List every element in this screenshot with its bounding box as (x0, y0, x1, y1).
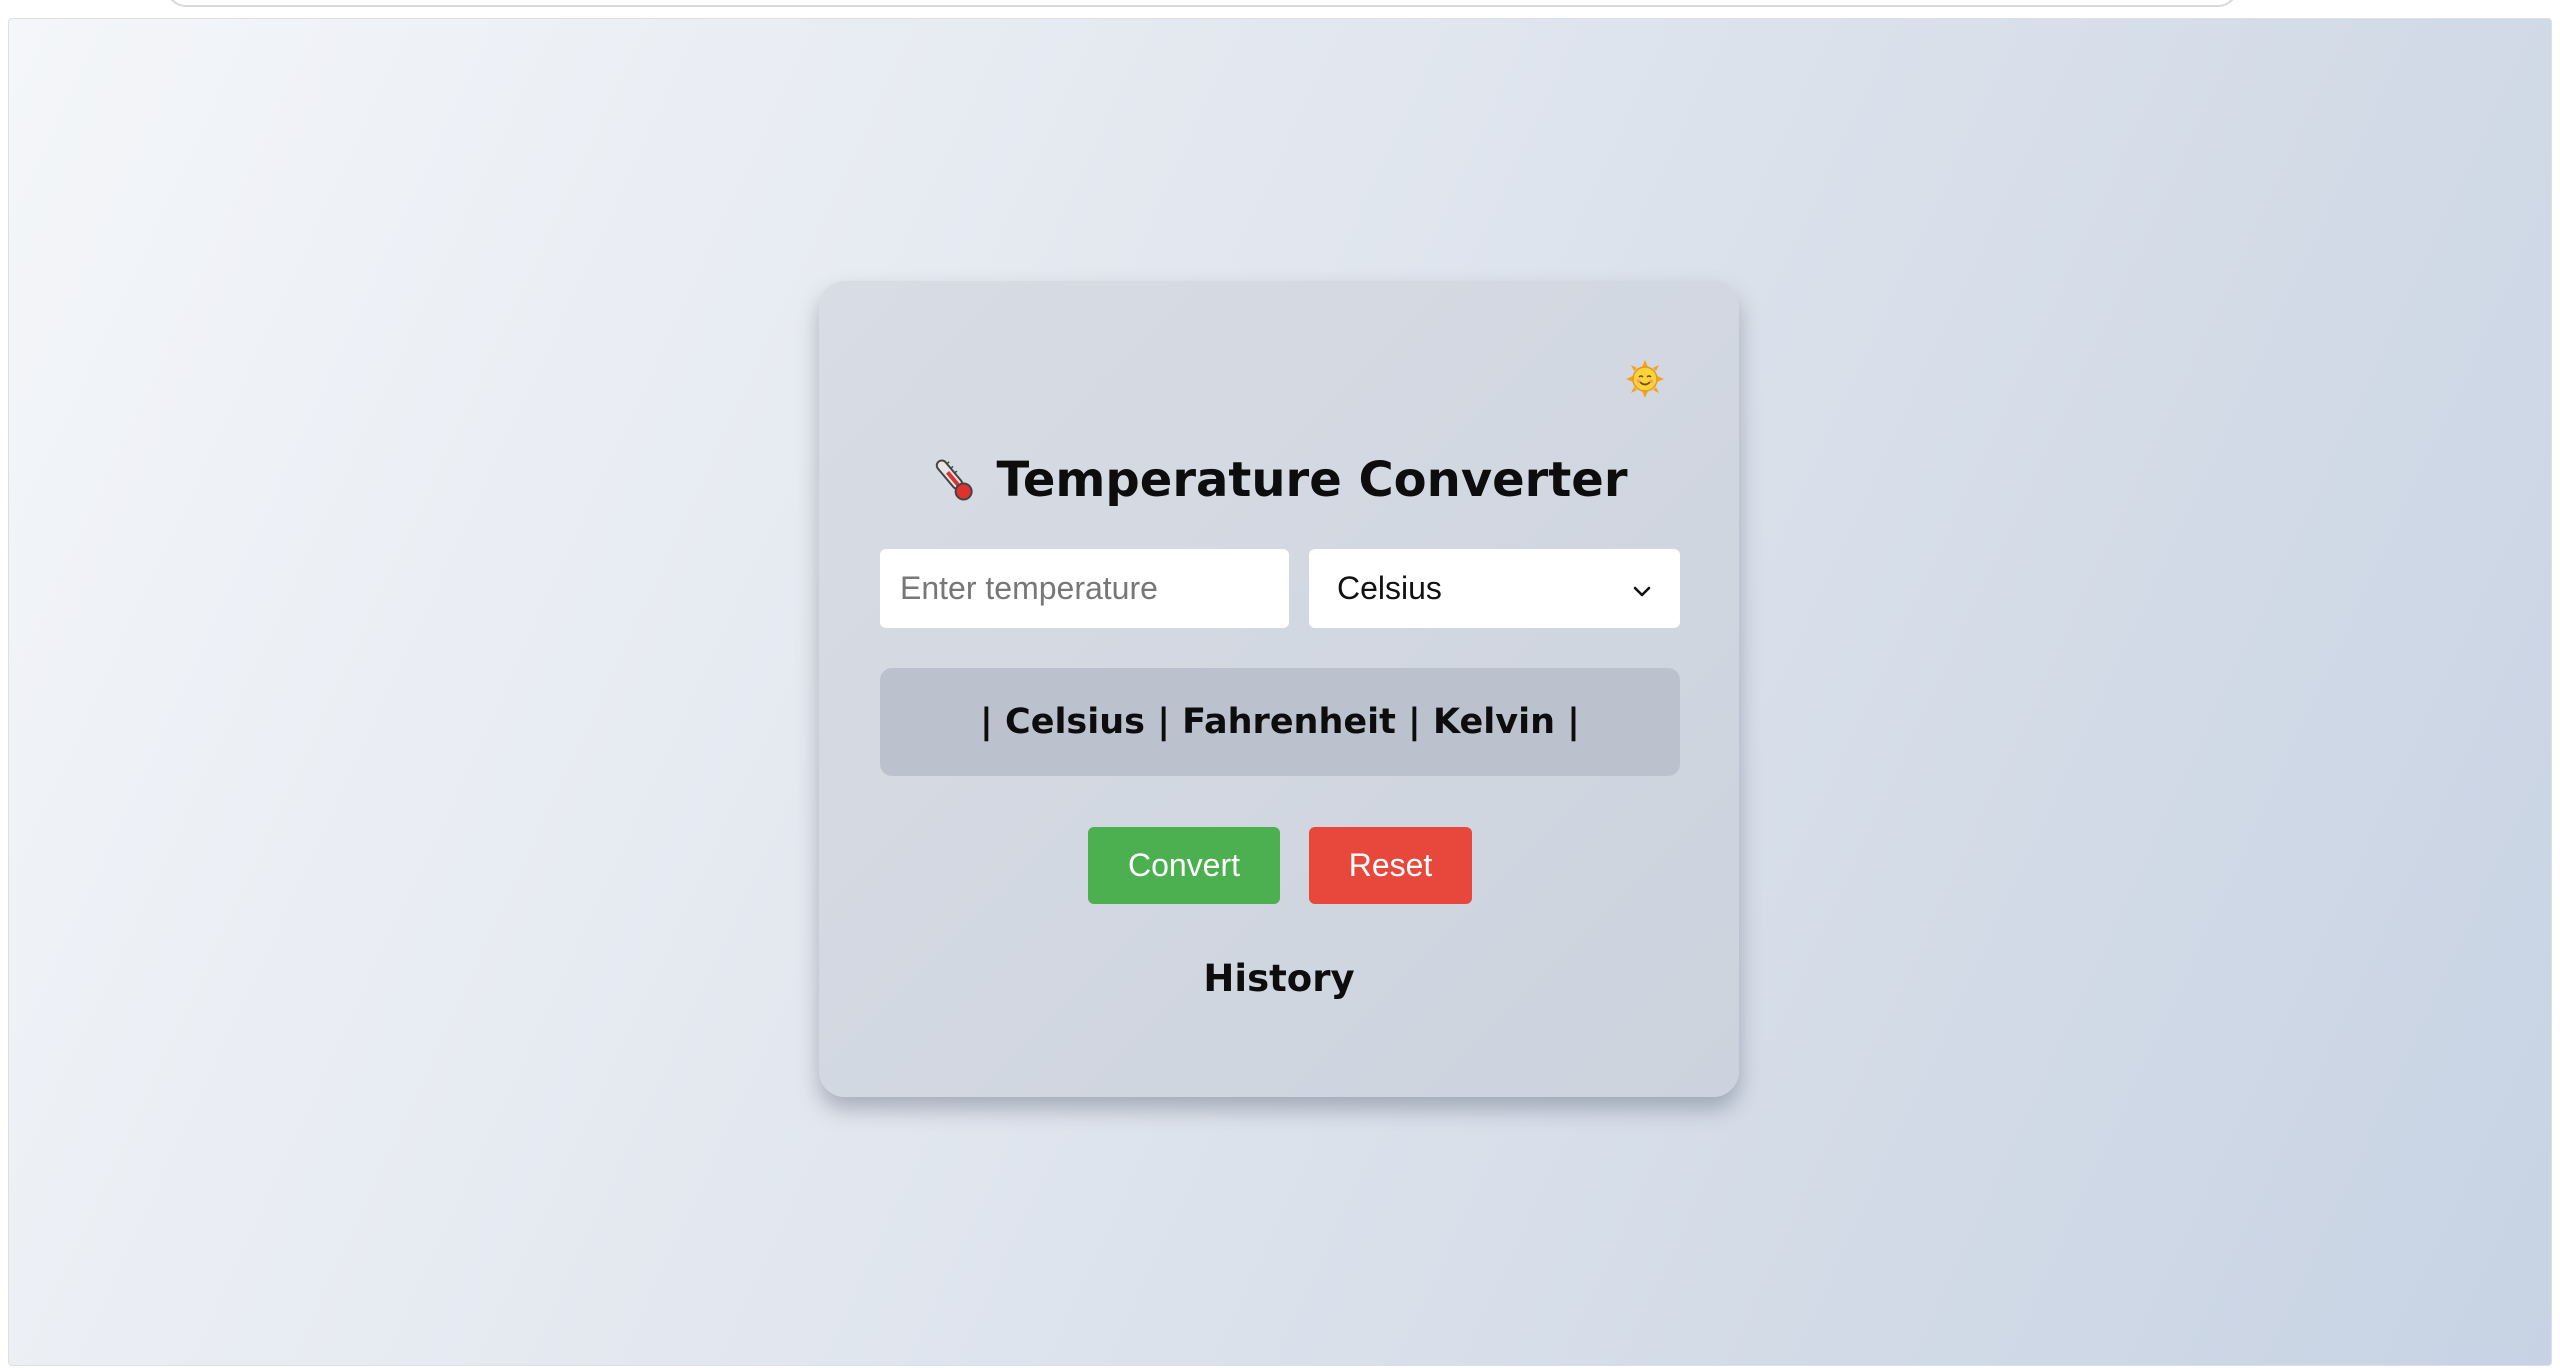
result-display: | Celsius | Fahrenheit | Kelvin | (880, 668, 1680, 776)
history-heading: History (819, 950, 1739, 1006)
sun-face-icon (1625, 359, 1665, 404)
browser-address-bar[interactable] (166, 0, 2238, 7)
page-title: Temperature Converter (819, 440, 1739, 520)
chevron-down-icon (1632, 570, 1652, 607)
history-title: History (1203, 956, 1355, 1000)
title-text: Temperature Converter (996, 452, 1628, 508)
convert-button[interactable]: Convert (1088, 827, 1280, 904)
reset-button[interactable]: Reset (1309, 827, 1472, 904)
thermometer-icon (930, 454, 978, 506)
theme-toggle-button[interactable] (1620, 356, 1670, 406)
temperature-input[interactable] (880, 549, 1289, 628)
unit-select[interactable]: Celsius (1309, 549, 1680, 628)
unit-select-value: Celsius (1337, 570, 1442, 606)
result-text: | Celsius | Fahrenheit | Kelvin | (980, 702, 1580, 742)
